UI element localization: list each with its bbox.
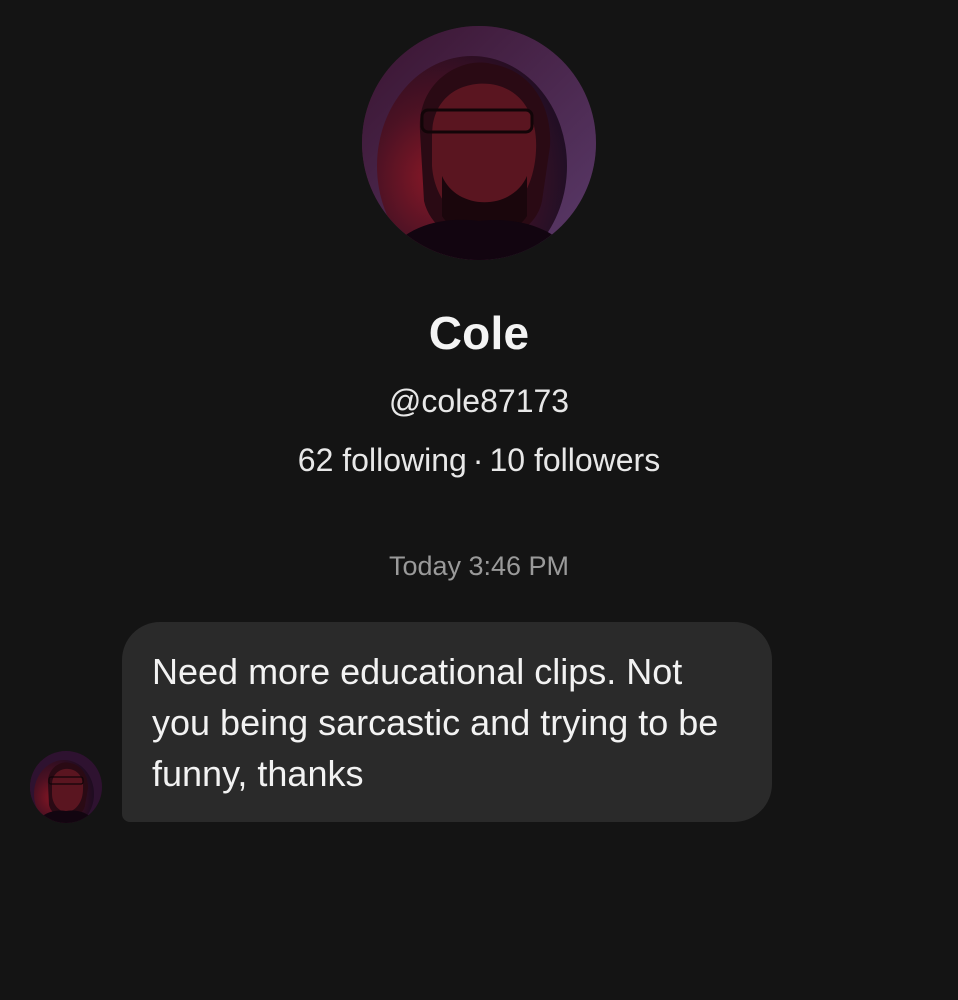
stats-separator: · (472, 442, 484, 478)
profile-username: @cole87173 (388, 383, 570, 419)
followers-count[interactable]: 10 followers (489, 442, 660, 478)
following-count[interactable]: 62 following (298, 442, 467, 478)
avatar-photo-icon (30, 751, 102, 823)
profile-stats: 62 following · 10 followers (0, 442, 958, 479)
profile-display-name: Cole (428, 307, 530, 359)
message-timestamp: Today 3:46 PM (388, 551, 570, 581)
message-bubble[interactable]: Need more educational clips. Not you bei… (122, 622, 772, 822)
avatar-photo-icon (362, 26, 596, 260)
message-sender-avatar[interactable] (30, 751, 102, 823)
profile-avatar[interactable] (362, 26, 596, 260)
